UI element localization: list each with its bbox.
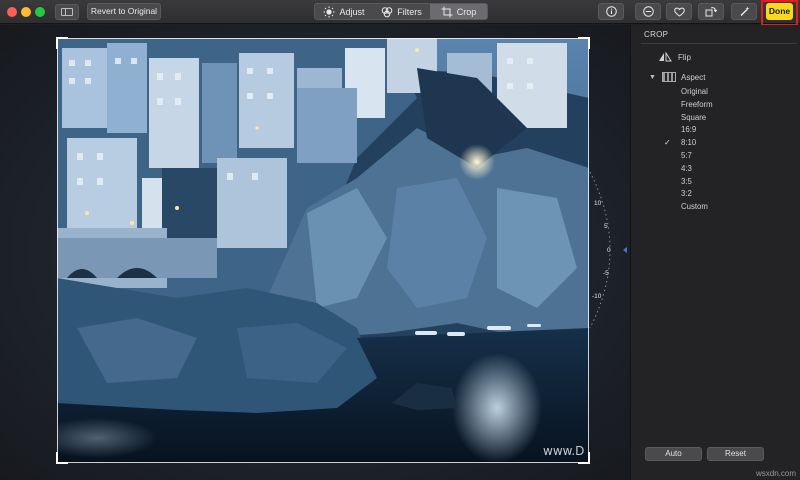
magic-wand-icon [740,6,749,16]
edit-mode-segmented-control: Adjust Filters Crop [314,3,488,20]
straighten-dial[interactable]: 10 5 0 -5 -10 [575,170,630,330]
filters-icon [381,6,393,17]
heart-icon [673,7,685,17]
aspect-option-label: Freeform [681,99,713,109]
done-button[interactable]: Done [766,3,793,20]
aspect-option-label: 3:5 [681,176,692,186]
crop-handle-top-right[interactable] [578,37,590,49]
adjust-tab[interactable]: Adjust [315,4,373,19]
aspect-disclosure[interactable]: ▼ Aspect [649,72,705,82]
revert-to-original-button[interactable]: Revert to Original [87,3,161,20]
sidebar-icon [61,8,73,16]
rotate-icon [705,7,717,17]
crop-frame[interactable] [56,37,590,464]
aspect-ratio-icon [662,72,676,82]
checkmark-icon: ✓ [664,138,671,148]
aspect-option-label: 3:2 [681,189,692,199]
aspect-option-custom[interactable]: Custom [681,201,713,214]
sidebar-toggle-button[interactable] [55,4,79,20]
aspect-label: Aspect [681,72,706,82]
aspect-option-label: 8:10 [681,138,697,148]
dial-label-minus-5: -5 [603,270,609,277]
aspect-option-8-10[interactable]: ✓ 8:10 [664,137,713,150]
aspect-option-original[interactable]: Original [681,86,713,99]
hide-button[interactable] [635,3,661,20]
filters-tab[interactable]: Filters [373,4,430,19]
auto-button[interactable]: Auto [645,447,702,461]
site-watermark: wsxdn.com [755,469,796,478]
reset-button[interactable]: Reset [707,447,764,461]
aspect-option-label: 16:9 [681,125,697,135]
crop-tab[interactable]: Crop [430,4,487,19]
minus-circle-icon [642,6,654,17]
crop-tab-label: Crop [456,6,477,17]
dial-label-5: 5 [604,223,608,230]
photos-app-window: Revert to Original Adjust Filters Crop D… [0,0,800,480]
flip-button[interactable]: Flip [658,52,691,62]
aspect-option-label: 4:3 [681,163,692,173]
aspect-option-label: 5:7 [681,150,692,160]
rotate-button[interactable] [698,3,724,20]
flip-icon [659,52,672,62]
aspect-option-label: Custom [681,202,708,212]
info-icon [605,6,617,17]
watermark-text: www.D [543,444,585,458]
minimize-window-button[interactable] [21,7,31,17]
filters-tab-label: Filters [397,6,422,17]
maximize-window-button[interactable] [35,7,45,17]
close-window-button[interactable] [7,7,17,17]
aspect-option-5-7[interactable]: 5:7 [681,150,713,163]
enhance-button[interactable] [731,3,757,20]
flip-label: Flip [678,52,691,62]
aspect-option-square[interactable]: Square [681,112,713,125]
dial-label-minus-10: -10 [592,293,602,300]
toolbar: Revert to Original Adjust Filters Crop D… [0,0,800,26]
aspect-option-4-3[interactable]: 4:3 [681,163,713,176]
favorite-button[interactable] [666,3,692,20]
aspect-option-16-9[interactable]: 16:9 [681,124,713,137]
aspect-option-label: Square [681,112,707,122]
adjust-tab-label: Adjust [339,6,365,17]
aspect-options-list: Original Freeform Square 16:9 ✓ 8:10 5:7 … [664,86,713,214]
crop-handle-bottom-left[interactable] [56,452,68,464]
aspect-option-freeform[interactable]: Freeform [681,99,713,112]
aspect-option-3-5[interactable]: 3:5 [681,176,713,189]
crop-handle-top-left[interactable] [56,37,68,49]
info-button[interactable] [598,3,624,20]
aspect-option-label: Original [681,87,708,96]
crop-sidebar: CROP Flip ▼ Aspect Original Freeform Squ… [630,25,800,480]
aspect-option-3-2[interactable]: 3:2 [681,188,713,201]
crop-panel-title: CROP [644,30,669,39]
dial-label-0: 0 [607,247,611,254]
disclosure-triangle-icon: ▼ [649,73,656,81]
crop-icon [441,6,453,17]
panel-divider [641,43,797,44]
dial-label-10: 10 [594,200,602,207]
sun-icon [323,6,335,17]
photo-canvas: www.D 10 5 0 -5 -10 [0,25,630,480]
